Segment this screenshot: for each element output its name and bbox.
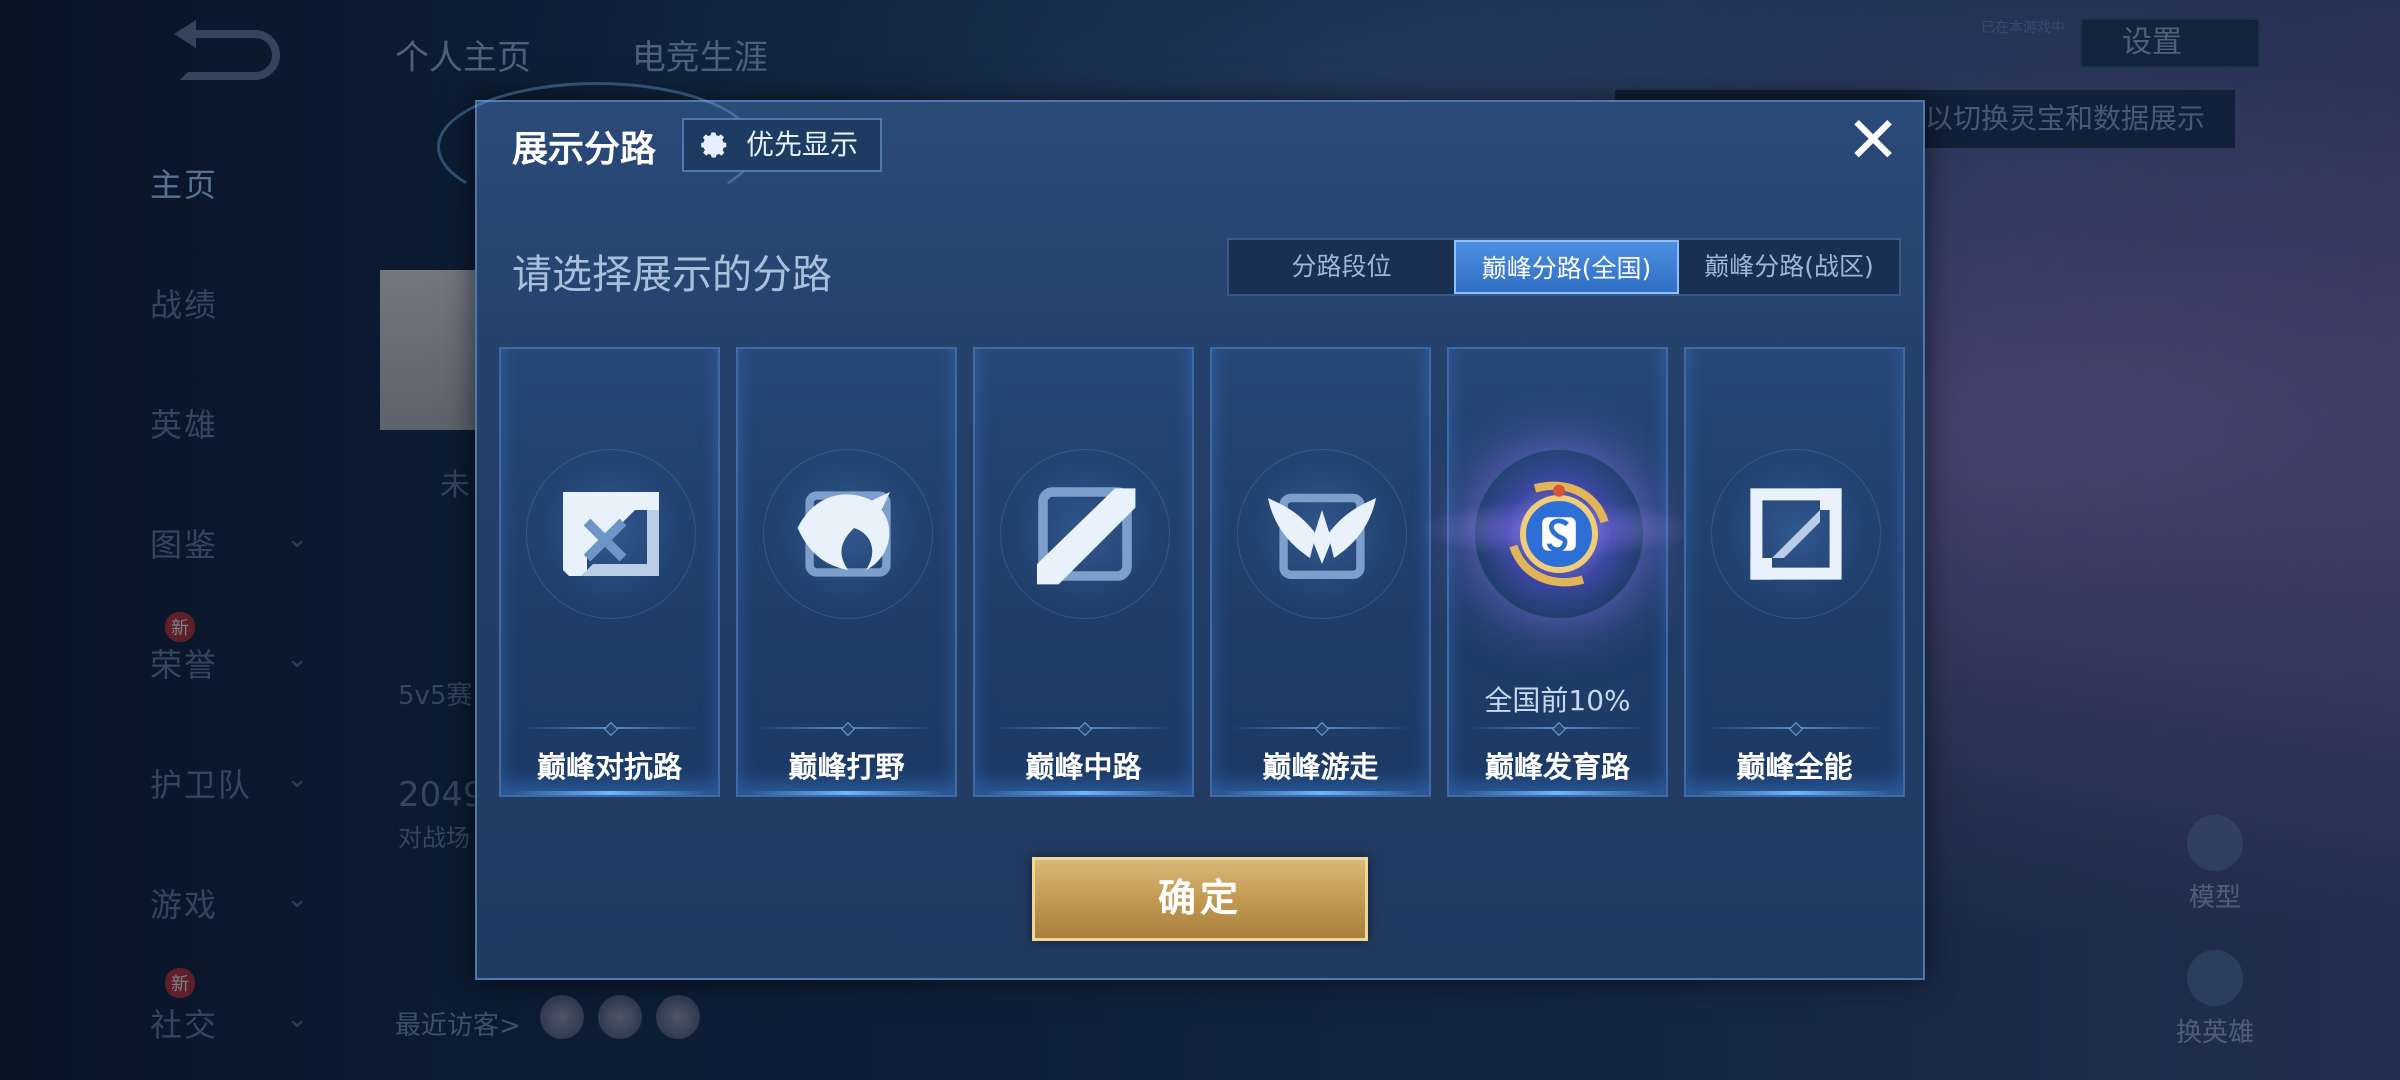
lane-card-list: 巅峰对抗路 巅峰打野 巅峰中路 巅峰游走 全国前10% 巅峰发育路 巅峰全能: [499, 347, 1905, 797]
tab-peak-national[interactable]: 巅峰分路(全国): [1454, 240, 1679, 294]
all-round-icon: [1750, 488, 1842, 580]
tab-peak-region[interactable]: 巅峰分路(战区): [1679, 240, 1899, 294]
clash-lane-icon: [563, 492, 659, 576]
card-label: 巅峰中路: [1025, 750, 1142, 784]
jungle-dragon-icon: [797, 491, 891, 577]
gear-icon: [701, 132, 727, 158]
card-label: 巅峰全能: [1736, 750, 1853, 784]
card-label: 巅峰对抗路: [536, 750, 682, 784]
lane-card-clash[interactable]: 巅峰对抗路: [499, 347, 720, 797]
dialog-title: 展示分路: [512, 129, 657, 170]
confirm-button[interactable]: 确定: [1032, 857, 1368, 941]
card-label: 巅峰游走: [1262, 750, 1379, 784]
card-divider: [1469, 727, 1646, 729]
card-label: 巅峰打野: [788, 750, 905, 784]
lane-type-tabs: 分路段位 巅峰分路(全国) 巅峰分路(战区): [1227, 238, 1901, 296]
lane-display-dialog: 展示分路 优先显示 ✕ 请选择展示的分路 分路段位 巅峰分路(全国) 巅峰分路(…: [437, 82, 1925, 980]
lane-card-farm[interactable]: 全国前10% 巅峰发育路: [1419, 347, 1696, 797]
card-divider: [758, 727, 935, 729]
card-divider: [521, 727, 698, 729]
close-icon[interactable]: ✕: [1843, 109, 1903, 173]
lane-card-allround[interactable]: 巅峰全能: [1684, 347, 1905, 797]
tab-lane-rank[interactable]: 分路段位: [1229, 240, 1454, 294]
rank-percentile: 全国前10%: [1484, 684, 1631, 717]
card-divider: [995, 727, 1172, 729]
mid-lane-icon: [1037, 487, 1136, 585]
farm-lane-badge-icon: [1509, 481, 1609, 587]
priority-label: 优先显示: [746, 128, 859, 161]
priority-display-button[interactable]: 优先显示: [682, 118, 882, 172]
select-prompt: 请选择展示的分路: [512, 252, 832, 298]
roam-wings-icon: [1268, 493, 1376, 579]
card-label: 巅峰发育路: [1484, 750, 1630, 784]
lane-card-mid[interactable]: 巅峰中路: [973, 347, 1194, 797]
lane-card-jungle[interactable]: 巅峰打野: [736, 347, 957, 797]
card-divider: [1706, 727, 1883, 729]
card-divider: [1232, 727, 1409, 729]
lane-card-roam[interactable]: 巅峰游走: [1210, 347, 1431, 797]
